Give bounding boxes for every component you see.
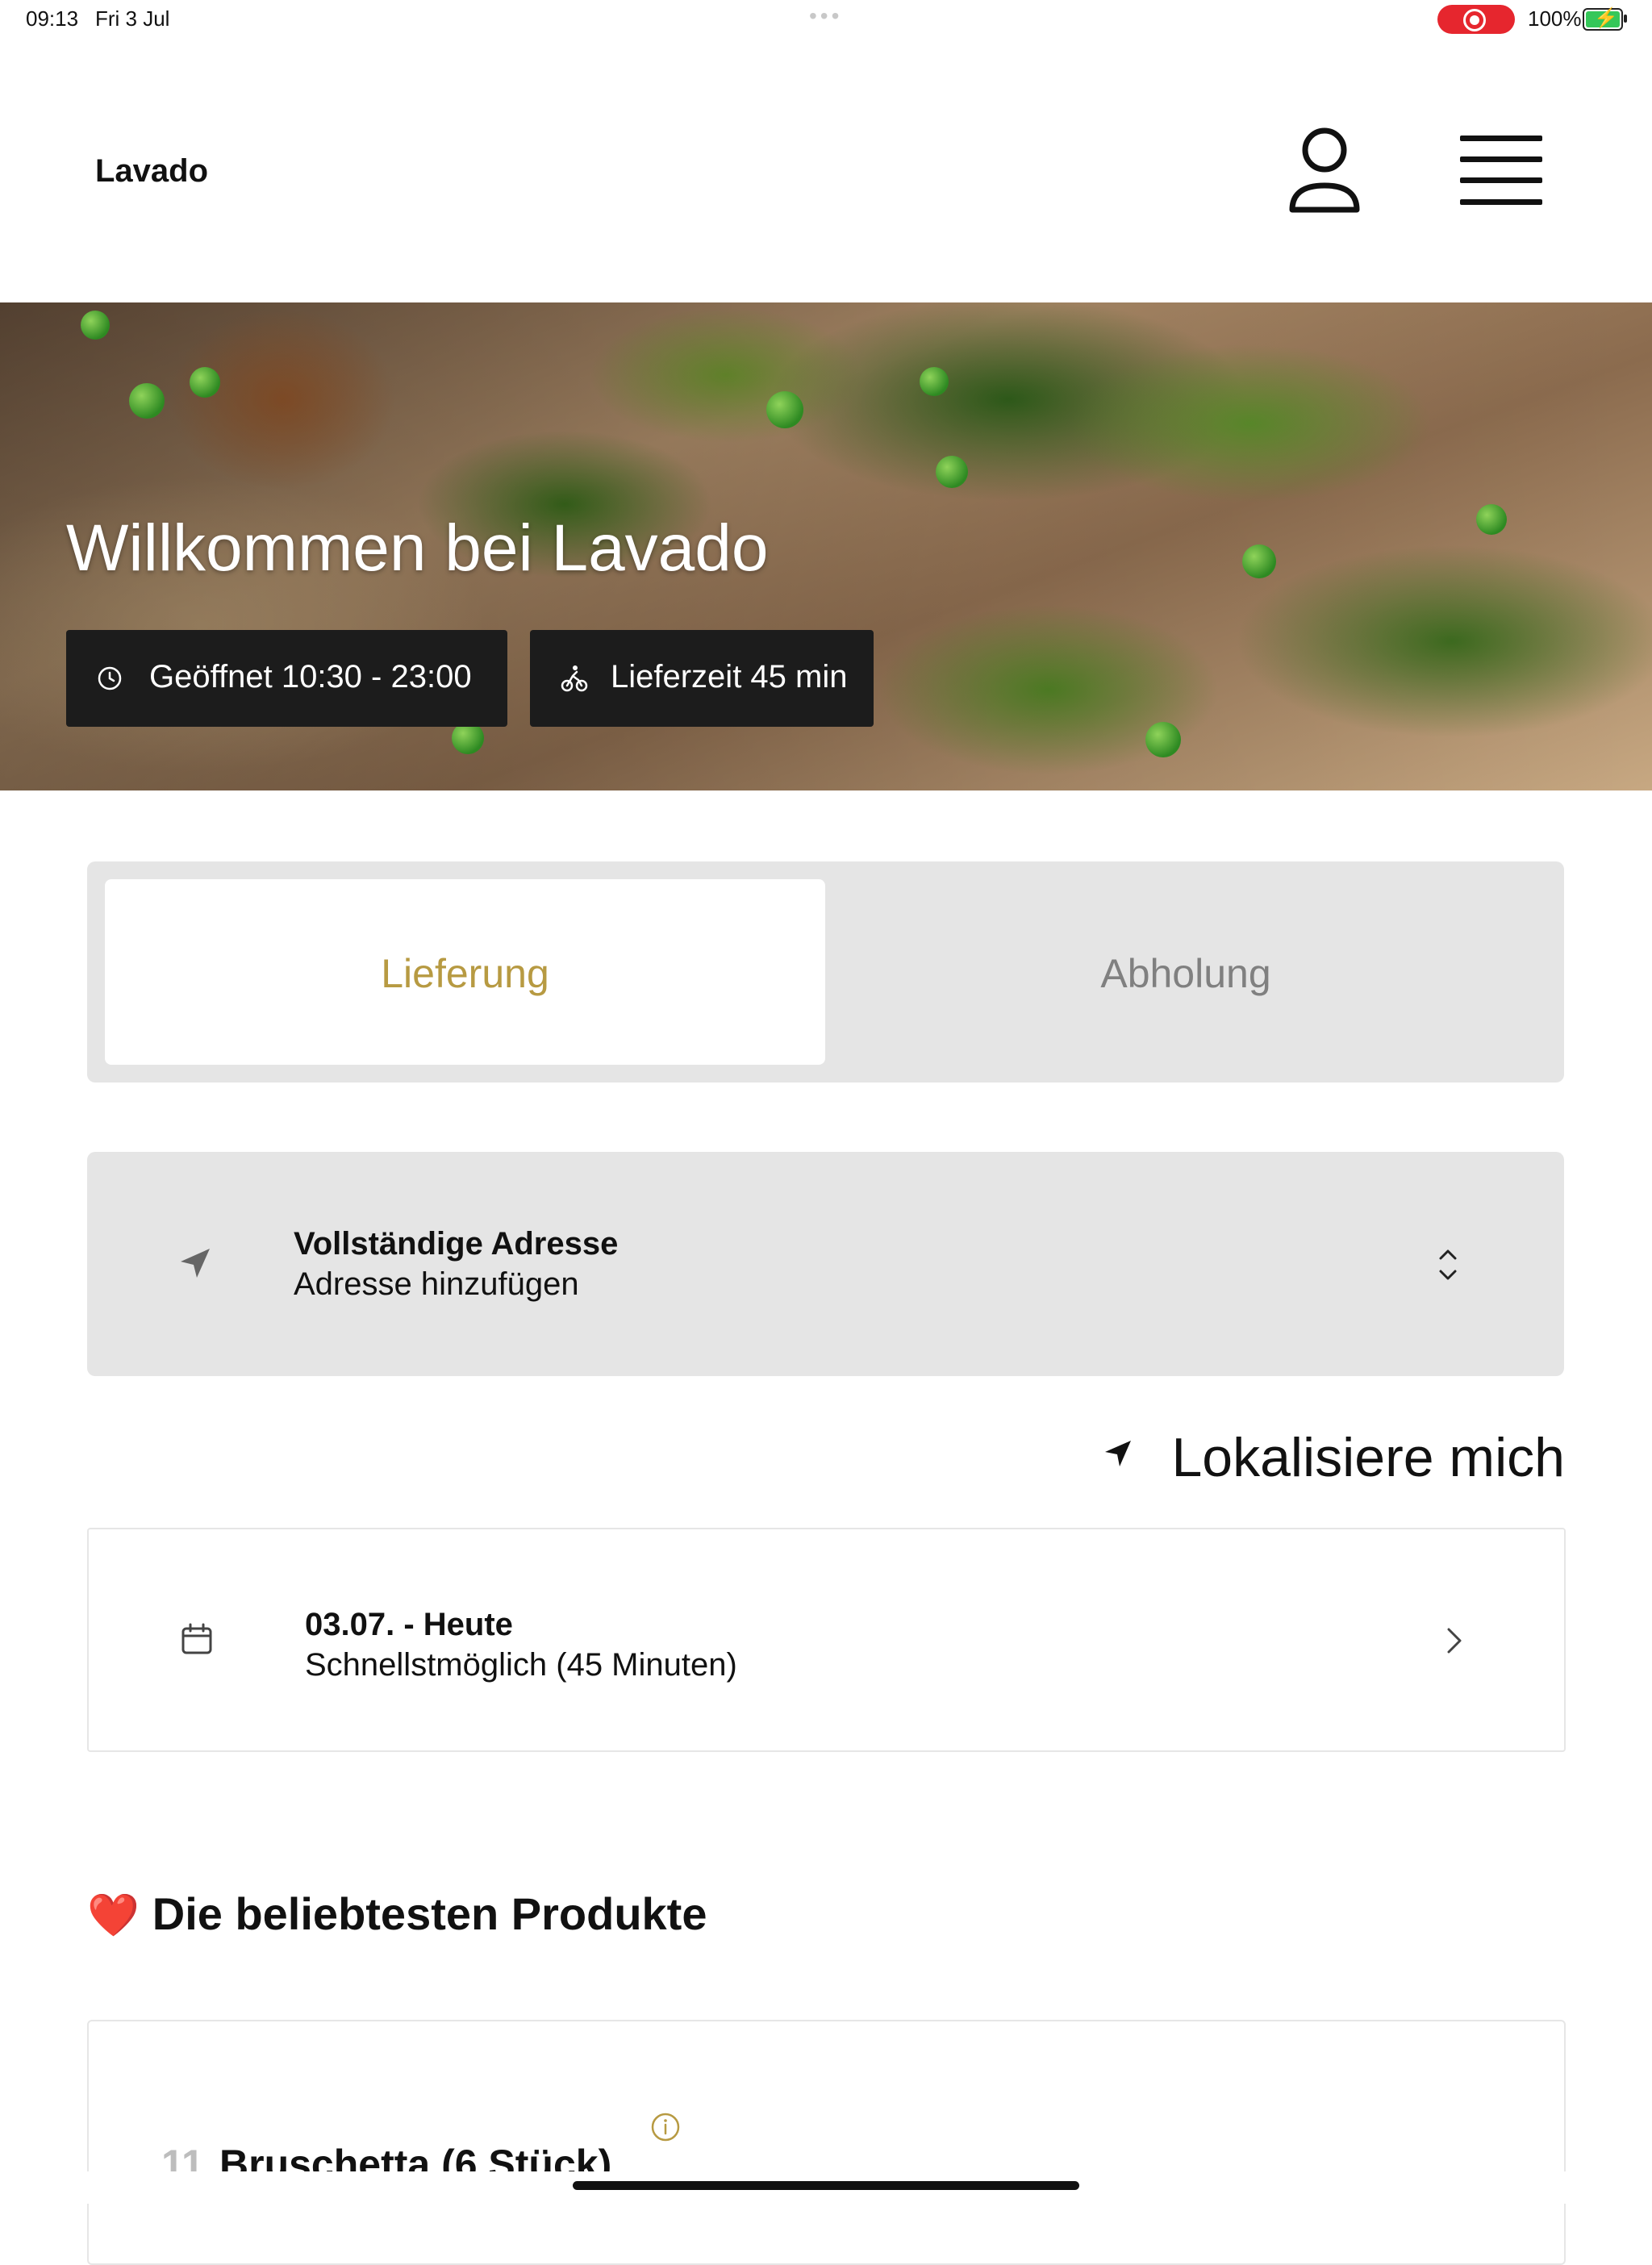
- locate-me-label: Lokalisiere mich: [1171, 1427, 1565, 1488]
- heart-icon: ❤️: [87, 1892, 140, 1939]
- address-subtitle: Adresse hinzufügen: [294, 1266, 579, 1302]
- tab-lieferung-label: Lieferung: [381, 951, 549, 996]
- chevron-up-down-icon: [1439, 1249, 1457, 1280]
- home-indicator[interactable]: [573, 2181, 1079, 2190]
- order-mode-segmented-control: Lieferung Abholung: [87, 861, 1564, 1082]
- status-time: 09:13: [26, 6, 79, 31]
- popular-products-heading: ❤️ Die beliebtesten Produkte: [87, 1888, 707, 1940]
- schedule-title: 03.07. - Heute: [305, 1607, 513, 1642]
- delivery-time-selector[interactable]: 03.07. - Heute Schnellstmöglich (45 Minu…: [87, 1528, 1566, 1752]
- calendar-icon: [181, 1623, 212, 1654]
- battery-percentage: 100%: [1528, 6, 1582, 31]
- tab-lieferung[interactable]: Lieferung: [105, 879, 825, 1065]
- chevron-right-icon: [1447, 1628, 1462, 1654]
- delivery-time-label: Lieferzeit 45 min: [611, 659, 848, 695]
- multitasking-dots-icon[interactable]: •••: [809, 3, 842, 29]
- bicycle-icon: [561, 665, 588, 692]
- battery-icon: ⚡: [1583, 7, 1623, 31]
- address-title: Vollständige Adresse: [294, 1226, 619, 1262]
- schedule-subtitle: Schnellstmöglich (45 Minuten): [305, 1647, 737, 1683]
- popular-products-title: Die beliebtesten Produkte: [152, 1888, 707, 1939]
- location-arrow-icon: [1105, 1441, 1131, 1466]
- screen-recording-indicator[interactable]: [1437, 5, 1515, 34]
- clock-icon: [98, 666, 122, 690]
- tab-abholung-label: Abholung: [1100, 951, 1271, 996]
- status-date: Fri 3 Jul: [95, 6, 170, 31]
- person-icon[interactable]: [1287, 126, 1362, 216]
- record-icon: [1463, 9, 1486, 31]
- welcome-title: Willkommen bei Lavado: [66, 511, 769, 585]
- location-arrow-icon: [181, 1249, 210, 1278]
- product-card[interactable]: 11 Bruschetta (6 Stück): [87, 2020, 1566, 2265]
- hero-banner: Willkommen bei Lavado Geöffnet 10:30 - 2…: [0, 302, 1652, 790]
- locate-me-button[interactable]: Lokalisiere mich: [1103, 1420, 1565, 1492]
- opening-hours-badge: Geöffnet 10:30 - 23:00: [66, 630, 507, 727]
- address-selector[interactable]: Vollständige Adresse Adresse hinzufügen: [87, 1152, 1564, 1376]
- status-bar: 09:13 Fri 3 Jul ••• 100% ⚡: [0, 0, 1652, 39]
- info-icon[interactable]: [650, 2112, 681, 2142]
- brand-name[interactable]: Lavado: [95, 153, 208, 190]
- tab-abholung[interactable]: Abholung: [825, 879, 1546, 1065]
- opening-hours-label: Geöffnet 10:30 - 23:00: [149, 659, 472, 695]
- delivery-time-badge: Lieferzeit 45 min: [530, 630, 874, 727]
- hamburger-menu-icon[interactable]: [1460, 136, 1542, 205]
